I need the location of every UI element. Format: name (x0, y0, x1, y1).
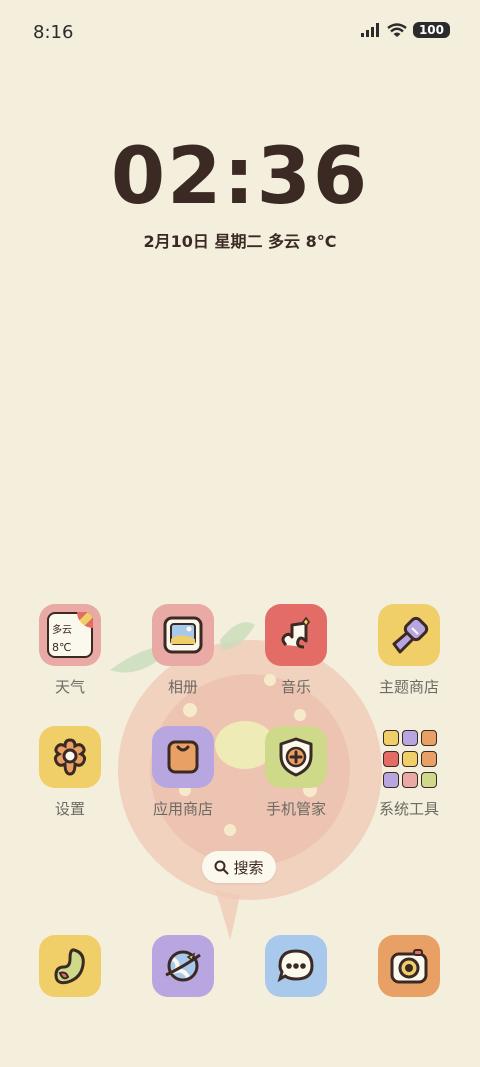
clock-widget[interactable]: 02:36 2月10日 星期二 多云 8°C (0, 138, 480, 252)
folder-preview-grid (383, 726, 437, 788)
messages-icon (265, 935, 327, 997)
app-phone-manager[interactable]: 手机管家 (251, 726, 341, 819)
browser-icon (152, 935, 214, 997)
dock-browser[interactable] (138, 935, 228, 997)
folder-system-tools[interactable]: 系统工具 (364, 726, 454, 819)
dock-messages[interactable] (251, 935, 341, 997)
signal-icon (360, 23, 379, 37)
search-icon (214, 860, 229, 874)
folder-system-tools-label: 系统工具 (378, 800, 439, 818)
app-music-label: 音乐 (280, 678, 311, 696)
weather-icon: 多云 8℃ (39, 604, 101, 666)
app-theme-store-label: 主题商店 (378, 678, 439, 696)
mini-app-icon (402, 772, 418, 788)
app-theme-store[interactable]: 主题商店 (364, 604, 454, 697)
music-icon (265, 604, 327, 666)
system-tools-folder-icon (378, 726, 440, 788)
app-gallery[interactable]: 相册 (138, 604, 228, 697)
clock-time: 02:36 (110, 132, 370, 222)
weather-icon-temp: 8℃ (52, 641, 72, 654)
gallery-icon (152, 604, 214, 666)
search-button[interactable]: 搜索 (202, 851, 276, 883)
mini-app-icon (402, 751, 418, 767)
mini-app-icon (421, 772, 437, 788)
search-label: 搜索 (233, 858, 264, 877)
mini-app-icon (383, 751, 399, 767)
app-gallery-label: 相册 (167, 678, 198, 696)
app-weather-label: 天气 (54, 678, 85, 696)
app-weather[interactable]: 多云 8℃ 天气 (25, 604, 115, 697)
app-app-store-label: 应用商店 (152, 800, 213, 818)
phone-icon (39, 935, 101, 997)
mini-app-icon (402, 730, 418, 746)
status-time: 8:16 (33, 22, 74, 43)
settings-icon (39, 726, 101, 788)
app-music[interactable]: 音乐 (251, 604, 341, 697)
battery-indicator: 100 (412, 22, 450, 38)
weather-icon-condition: 多云 (52, 625, 72, 636)
wifi-icon (387, 22, 407, 37)
status-icons: 100 (360, 22, 450, 38)
dock-phone[interactable] (25, 935, 115, 997)
app-app-store[interactable]: 应用商店 (138, 726, 228, 819)
theme-store-icon (378, 604, 440, 666)
app-settings-label: 设置 (54, 800, 85, 818)
security-icon (265, 726, 327, 788)
app-settings[interactable]: 设置 (25, 726, 115, 819)
mini-app-icon (383, 730, 399, 746)
status-bar: 8:16 100 (0, 0, 480, 68)
mini-app-icon (421, 751, 437, 767)
app-store-icon (152, 726, 214, 788)
mini-app-icon (383, 772, 399, 788)
camera-icon (378, 935, 440, 997)
mini-app-icon (421, 730, 437, 746)
app-phone-manager-label: 手机管家 (265, 800, 326, 818)
dock-camera[interactable] (364, 935, 454, 997)
clock-date-weather: 2月10日 星期二 多云 8°C (143, 232, 337, 251)
